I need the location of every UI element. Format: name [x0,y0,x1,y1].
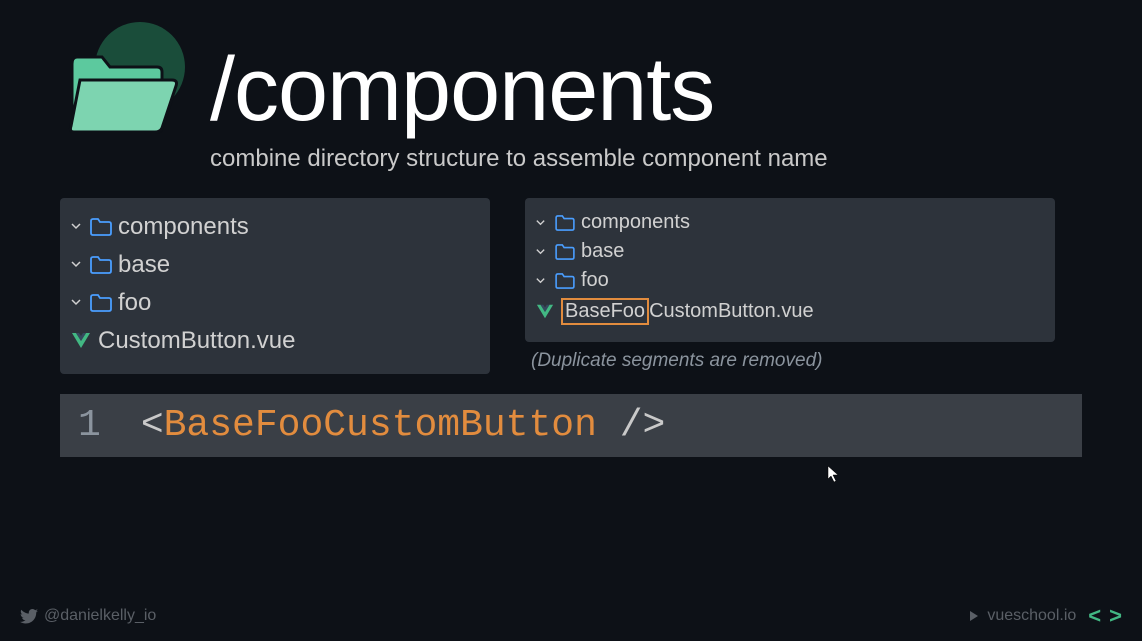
folder-icon [90,294,112,312]
folder-icon [90,218,112,236]
twitter-icon [20,609,38,624]
tree-comparison: components base foo CustomButton.vue [0,198,1142,374]
tree-note: (Duplicate segments are removed) [531,350,1055,372]
tree-label: foo [581,269,609,292]
tree-row[interactable]: components [70,208,476,246]
folder-icon [555,273,575,289]
tree-label: components [581,211,690,234]
slide-header: /components [0,0,1142,155]
chevron-down-icon [70,295,84,311]
tree-row[interactable]: BaseFooCustomButton.vue [535,295,1041,328]
tree-label: components [118,213,249,241]
chevron-down-icon [70,257,84,273]
folder-icon [555,215,575,231]
left-tree-panel: components base foo CustomButton.vue [60,198,490,374]
tree-label: foo [118,289,151,317]
tree-row[interactable]: CustomButton.vue [70,322,476,360]
twitter-handle[interactable]: @danielkelly_io [20,607,156,625]
chevron-down-icon [70,219,84,235]
tree-label: base [581,240,624,263]
cursor-icon [827,465,841,488]
tree-row[interactable]: base [70,246,476,284]
tree-label: base [118,251,170,279]
site-link[interactable]: vueschool.io [967,607,1076,625]
chevron-down-icon [535,273,549,289]
vue-icon [70,331,92,351]
code-block: 1 <BaseFooCustomButton /> [60,394,1082,457]
vue-icon [535,303,555,321]
page-title: /components [210,39,714,142]
slide-footer: @danielkelly_io vueschool.io < > [0,603,1142,629]
folder-icon [555,244,575,260]
tree-row[interactable]: base [535,237,1041,266]
play-icon [967,609,981,623]
right-tree-panel: components base foo [525,198,1055,342]
folder-icon [90,256,112,274]
folder-icon [50,30,190,150]
nav-arrows: < > [1088,603,1122,629]
tree-row[interactable]: foo [535,266,1041,295]
line-number: 1 [60,394,141,457]
chevron-down-icon [535,244,549,260]
tree-row[interactable]: foo [70,284,476,322]
tree-label: CustomButton.vue [98,327,295,355]
next-button[interactable]: > [1109,603,1122,629]
code-content: <BaseFooCustomButton /> [141,404,666,447]
highlight-box: BaseFoo [561,298,649,325]
prev-button[interactable]: < [1088,603,1101,629]
chevron-down-icon [535,215,549,231]
tree-row[interactable]: components [535,208,1041,237]
tree-label: BaseFooCustomButton.vue [561,298,814,325]
